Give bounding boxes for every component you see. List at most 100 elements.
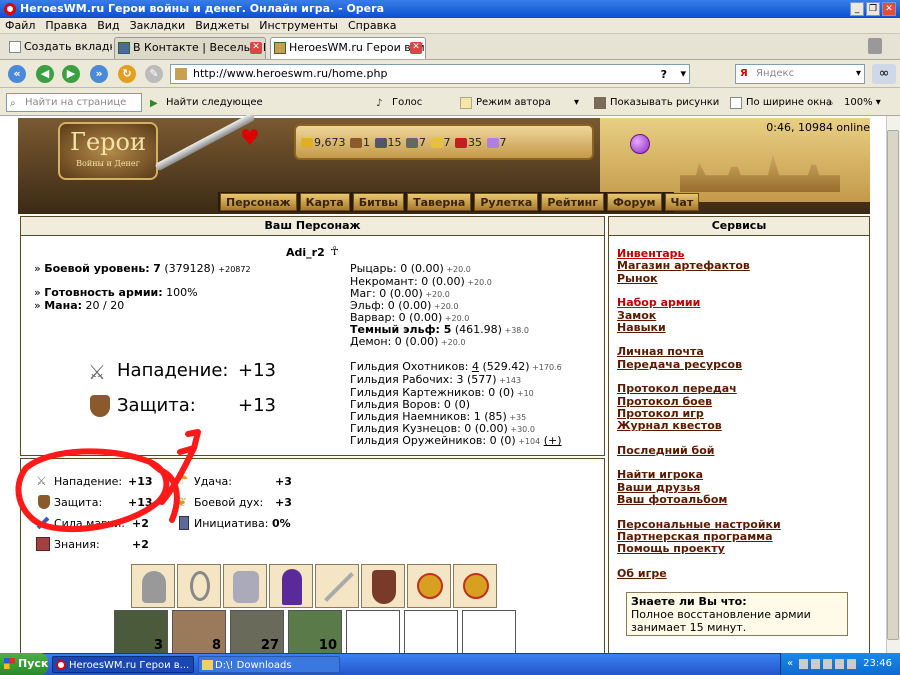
creature-slot[interactable]: 8 — [172, 610, 226, 654]
service-link[interactable]: Об игре — [617, 567, 667, 580]
taskbar-item-opera[interactable]: HeroesWM.ru Герои в... — [52, 656, 194, 673]
empty-creature-slot[interactable] — [404, 610, 458, 654]
maximize-button[interactable]: ❐ — [866, 2, 880, 16]
new-tab-button[interactable]: Создать вкладку — [6, 37, 112, 59]
service-link[interactable]: Замок — [617, 309, 656, 322]
service-link[interactable]: Личная почта — [617, 346, 704, 358]
close-tab-icon[interactable]: ✕ — [250, 42, 262, 54]
reload-icon[interactable]: ↻ — [118, 65, 136, 83]
service-link[interactable]: Передача ресурсов — [617, 358, 742, 371]
menu-help[interactable]: Справка — [343, 18, 401, 34]
zoom-glasses-icon[interactable]: ∞ — [872, 64, 896, 84]
armor-slot[interactable] — [223, 564, 267, 608]
minimize-button[interactable]: _ — [850, 2, 864, 16]
rewind-icon[interactable]: « — [8, 65, 26, 83]
nav-tavern[interactable]: Таверна — [407, 193, 472, 211]
service-link[interactable]: Рынок — [617, 272, 658, 285]
zoom-control[interactable]: ⌕ 100% ▾ — [828, 96, 881, 110]
nav-battles[interactable]: Битвы — [352, 193, 405, 211]
shield-slot[interactable] — [361, 564, 405, 608]
service-link[interactable]: Навыки — [617, 321, 666, 334]
author-mode-button[interactable]: Режим автора — [460, 96, 551, 110]
service-link[interactable]: Найти игрока — [617, 469, 703, 481]
back-icon[interactable]: ◀ — [36, 65, 54, 83]
service-link[interactable]: Помощь проекту — [617, 543, 725, 555]
ring-icon — [463, 573, 489, 599]
stat-initiative-label: Инициатива: — [194, 517, 269, 530]
game-logo[interactable]: Герои Войны и Денег — [58, 122, 158, 180]
magnifier-icon: ⌕ — [10, 98, 16, 109]
nav-roulette[interactable]: Рулетка — [474, 193, 539, 211]
creature-slot[interactable]: 3 — [114, 610, 168, 654]
service-link[interactable]: Ваш фотоальбом — [617, 494, 727, 506]
author-mode-dropdown-icon[interactable]: ▾ — [574, 96, 579, 110]
service-link[interactable]: Инвентарь — [617, 248, 684, 260]
helmet-slot[interactable] — [131, 564, 175, 608]
character-name[interactable]: Adi_r2 — [286, 246, 325, 259]
guild-value-link[interactable]: 4 — [472, 360, 479, 373]
empty-creature-slot[interactable] — [462, 610, 516, 654]
service-link[interactable]: Партнерская программа — [617, 530, 773, 543]
nav-forum[interactable]: Форум — [607, 193, 662, 211]
creature-slot[interactable]: 27 — [230, 610, 284, 654]
voice-button[interactable]: ♪ Голос — [376, 96, 422, 110]
tab-heroeswm[interactable]: HeroesWM.ru Герои вой... ✕ — [270, 37, 426, 59]
service-link[interactable]: Журнал квестов — [617, 420, 722, 432]
menu-file[interactable]: Файл — [0, 18, 40, 34]
menu-widgets[interactable]: Виджеты — [190, 18, 254, 34]
service-link[interactable]: Ваши друзья — [617, 481, 700, 494]
address-bar[interactable]: http://www.heroeswm.ru/home.php ? ▾ — [170, 64, 690, 84]
empty-creature-slot[interactable] — [346, 610, 400, 654]
service-link[interactable]: Последний бой — [617, 444, 714, 457]
game-navigation: Персонаж Карта Битвы Таверна Рулетка Рей… — [218, 192, 700, 212]
service-link[interactable]: Магазин артефактов — [617, 260, 750, 272]
show-images-button[interactable]: Показывать рисунки — [594, 96, 719, 110]
stat-spellpower-value: +2 — [132, 517, 149, 530]
ring-slot[interactable] — [407, 564, 451, 608]
service-link[interactable]: Протокол передач — [617, 383, 737, 395]
close-button[interactable]: ✕ — [882, 2, 896, 16]
trash-icon[interactable] — [868, 38, 882, 54]
amulet-slot[interactable] — [177, 564, 221, 608]
ring-slot[interactable] — [453, 564, 497, 608]
tray-expand-icon[interactable]: « — [787, 653, 793, 675]
tray-icons[interactable] — [799, 659, 859, 669]
fast-forward-icon[interactable]: » — [90, 65, 108, 83]
nav-chat[interactable]: Чат — [664, 193, 700, 211]
service-link[interactable]: Протокол боев — [617, 395, 712, 408]
heart-icon[interactable]: ♥ — [240, 128, 260, 150]
forward-icon[interactable]: ▶ — [62, 65, 80, 83]
start-button[interactable]: Пуск — [0, 653, 48, 675]
mana-potion-icon[interactable] — [630, 134, 650, 154]
nav-character[interactable]: Персонаж — [220, 193, 297, 211]
search-dropdown-icon[interactable]: ▾ — [856, 65, 861, 83]
level-value: 7 — [153, 262, 161, 275]
fit-width-button[interactable]: По ширине окна — [730, 96, 832, 110]
menu-tools[interactable]: Инструменты — [254, 18, 343, 34]
address-dropdown-icon[interactable]: ▾ — [680, 65, 686, 83]
creature-slot[interactable]: 10 — [288, 610, 342, 654]
close-tab-icon[interactable]: ✕ — [410, 42, 422, 54]
edit-icon[interactable]: ✎ — [145, 65, 163, 83]
menu-edit[interactable]: Правка — [40, 18, 92, 34]
help-icon[interactable]: ? — [661, 66, 667, 84]
taskbar-item-folder[interactable]: D:\! Downloads — [198, 656, 340, 673]
menu-bookmarks[interactable]: Закладки — [125, 18, 191, 34]
scrollbar-thumb[interactable] — [887, 130, 899, 640]
service-link[interactable]: Персональные настройки — [617, 518, 781, 531]
search-field[interactable]: Я Яндекс ▾ — [735, 64, 865, 84]
find-input[interactable]: ⌕ Найти на странице — [6, 93, 142, 112]
find-next-button[interactable]: ▶ Найти следующее — [150, 96, 263, 110]
window-title: HeroesWM.ru Герои войны и денег. Онлайн … — [20, 2, 384, 15]
menu-view[interactable]: Вид — [92, 18, 124, 34]
document-icon — [460, 97, 472, 109]
service-link[interactable]: Протокол игр — [617, 407, 704, 420]
nav-rating[interactable]: Рейтинг — [541, 193, 605, 211]
online-status: 0:46, 10984 online — [766, 121, 870, 134]
tab-vkontakte[interactable]: В Контакте | Веселый Р... ✕ — [114, 37, 266, 59]
service-link[interactable]: Набор армии — [617, 297, 700, 309]
cloak-slot[interactable] — [269, 564, 313, 608]
weapon-slot[interactable] — [315, 564, 359, 608]
nav-map[interactable]: Карта — [299, 193, 350, 211]
guild-plus-link[interactable]: (+) — [544, 434, 562, 447]
